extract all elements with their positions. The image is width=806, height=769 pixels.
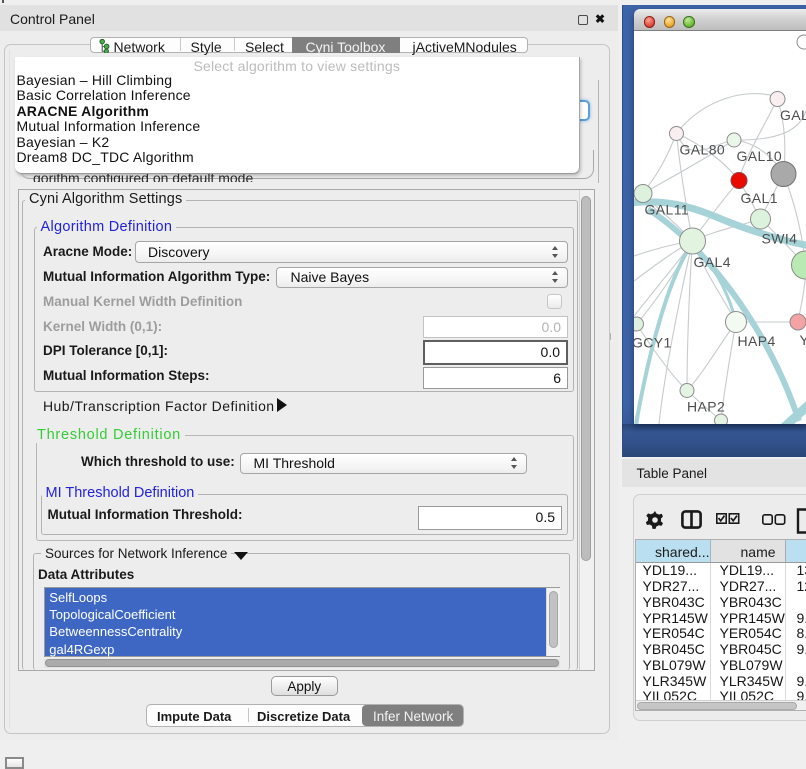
svg-text:GAL10: GAL10 (737, 148, 783, 164)
svg-text:HAP2: HAP2 (687, 399, 725, 415)
svg-text:HAP4: HAP4 (738, 333, 776, 349)
svg-text:GCY1: GCY1 (634, 335, 672, 351)
svg-text:Y: Y (800, 332, 806, 348)
svg-text:GAL1: GAL1 (741, 190, 778, 206)
svg-text:GAL80: GAL80 (680, 142, 726, 158)
svg-text:GAL11: GAL11 (645, 202, 690, 218)
svg-text:SWI4: SWI4 (762, 231, 798, 247)
svg-text:GAL4: GAL4 (694, 254, 731, 270)
svg-text:GAL2: GAL2 (780, 107, 806, 123)
